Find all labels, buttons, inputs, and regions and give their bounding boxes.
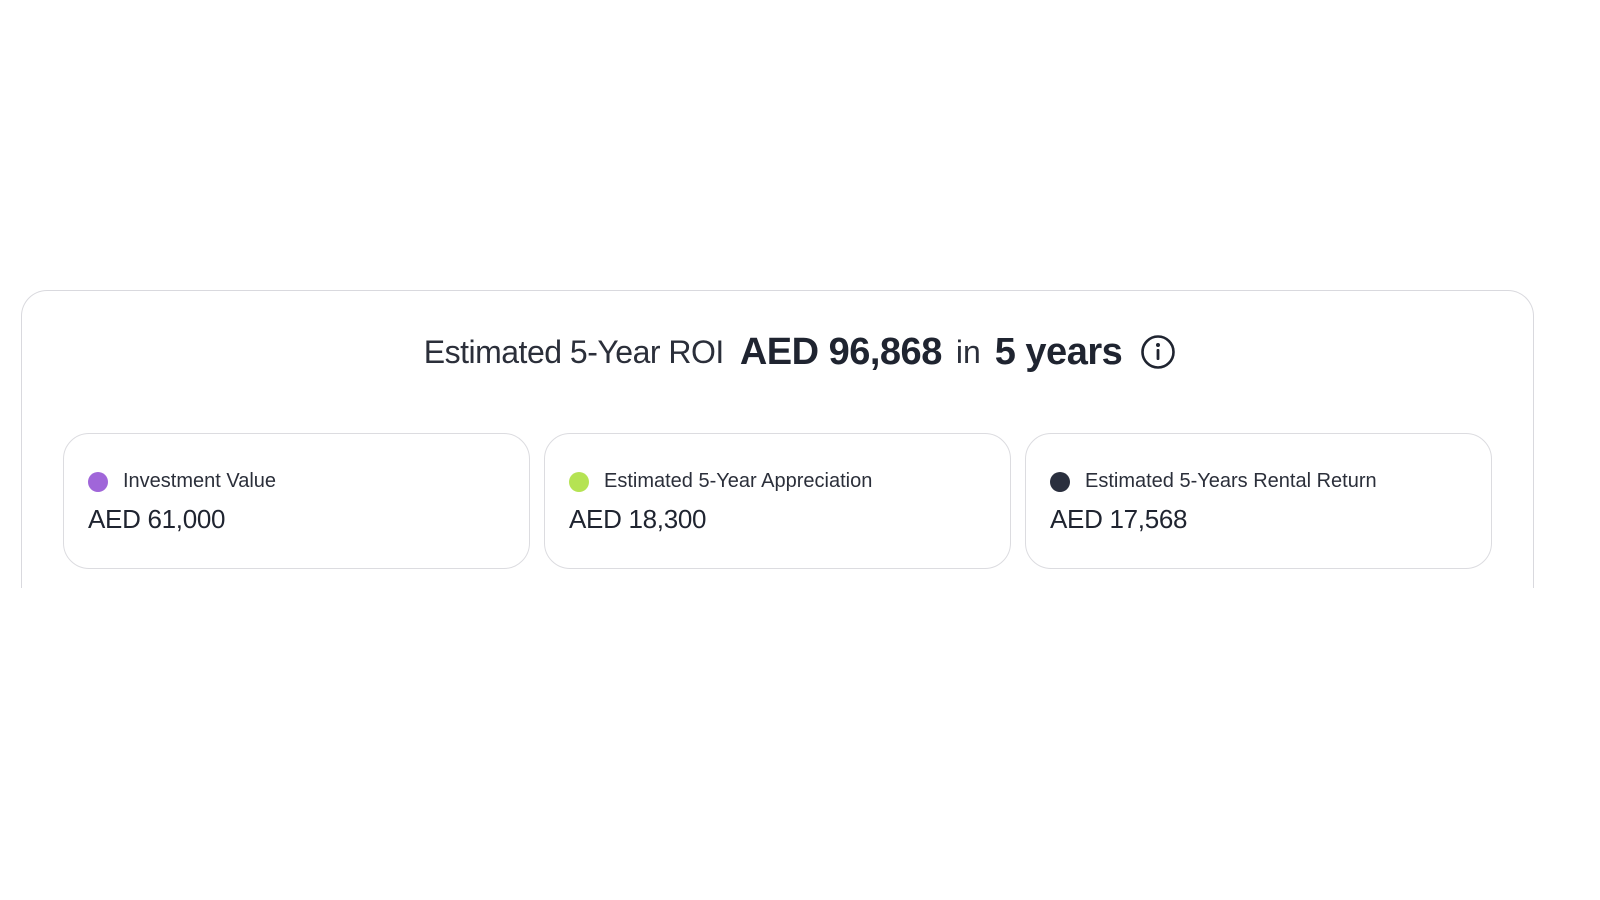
info-circle-icon[interactable] xyxy=(1140,334,1176,370)
investment-value-card: Investment Value AED 61,000 xyxy=(63,433,530,569)
card-value: AED 18,300 xyxy=(569,504,707,534)
legend-dot xyxy=(569,471,589,492)
card-header: Estimated 5-Years Rental Return xyxy=(1050,470,1377,493)
roi-connector: in xyxy=(955,333,981,370)
card-label: Investment Value xyxy=(123,470,277,492)
card-value: AED 17,568 xyxy=(1050,504,1188,534)
legend-dot xyxy=(88,471,108,492)
breakdown-cards: Investment Value AED 61,000 Estimated 5-… xyxy=(63,433,1493,569)
roi-amount: AED 96,868 xyxy=(739,330,943,373)
roi-label: Estimated 5-Year ROI xyxy=(423,333,725,370)
card-header: Investment Value xyxy=(88,470,276,493)
roi-summary: Estimated 5-Year ROI AED 96,868 in 5 yea… xyxy=(0,322,1600,382)
card-header: Estimated 5-Year Appreciation xyxy=(569,470,872,493)
appreciation-card: Estimated 5-Year Appreciation AED 18,300 xyxy=(544,433,1011,569)
card-value: AED 61,000 xyxy=(88,504,226,534)
roi-period: 5 years xyxy=(994,330,1123,373)
legend-dot xyxy=(1050,471,1070,492)
info-circle-icon-graphic xyxy=(1141,335,1176,369)
card-label: Estimated 5-Year Appreciation xyxy=(604,470,873,492)
card-label: Estimated 5-Years Rental Return xyxy=(1085,470,1377,492)
rental-return-card: Estimated 5-Years Rental Return AED 17,5… xyxy=(1025,433,1492,569)
